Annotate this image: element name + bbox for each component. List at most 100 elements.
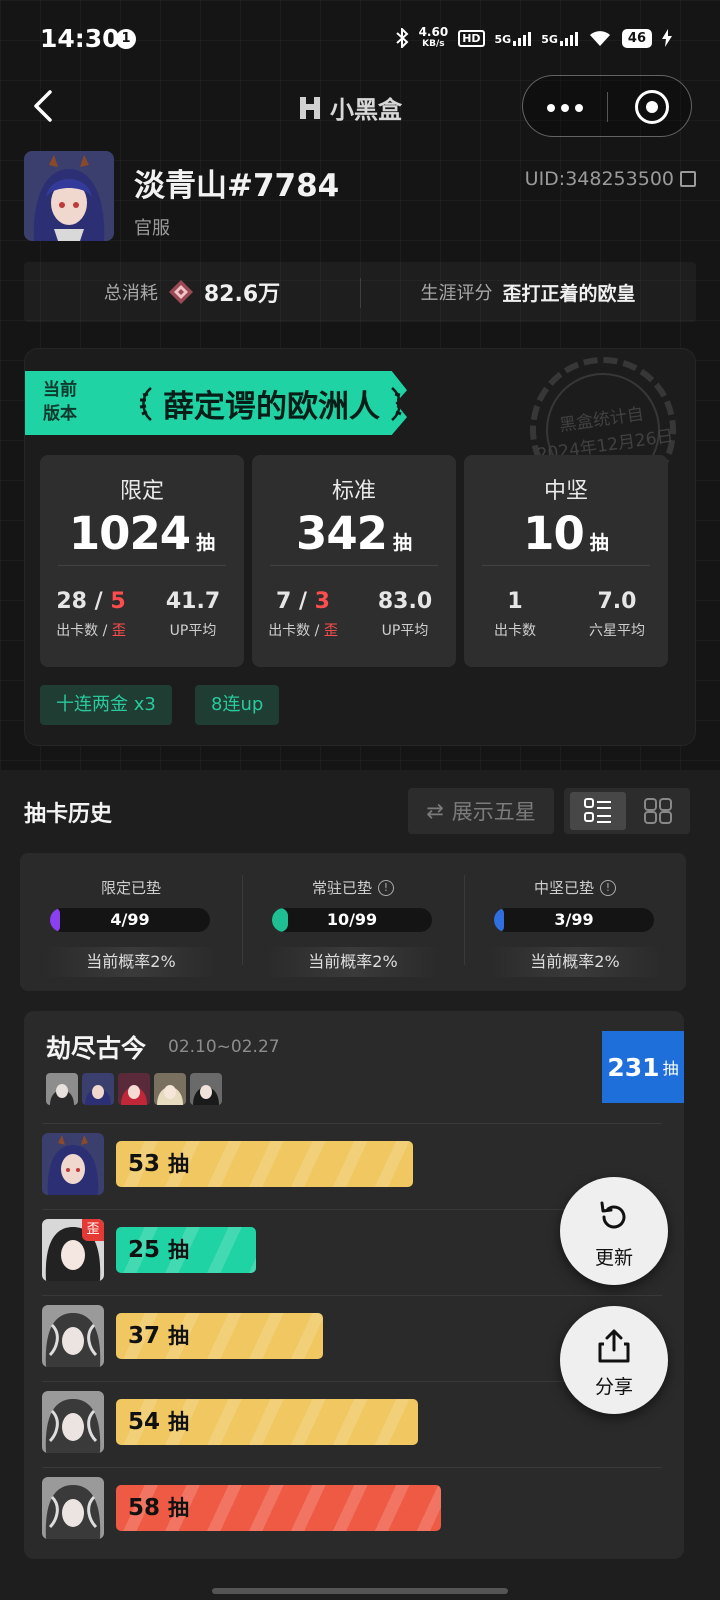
off-rate-label: 歪 bbox=[323, 623, 338, 639]
pity-progress-bar: 3/99 bbox=[494, 908, 654, 932]
server-label: 官服 bbox=[134, 218, 170, 239]
uid-text: UID:348253500 bbox=[524, 168, 674, 190]
pool-card-limited[interactable]: 限定 1024 抽 28 / 5 出卡数 / 歪 41.7 UP平均 bbox=[40, 455, 244, 667]
pity-rate: 当前概率2% bbox=[44, 947, 218, 977]
banner-total-value: 231 bbox=[607, 1052, 660, 1082]
share-button[interactable]: 分享 bbox=[560, 1306, 668, 1414]
net-label-1: 5G bbox=[494, 33, 512, 46]
mini-program-capsule bbox=[522, 75, 692, 137]
average-value: 7.0 bbox=[597, 589, 637, 614]
copy-icon[interactable] bbox=[680, 171, 696, 187]
cards-label: 出卡数 / bbox=[268, 623, 324, 639]
version-ribbon: 当前 版本 薛定谔的欧洲人 bbox=[25, 371, 407, 435]
pity-standard: 常驻已垫! 10/99 当前概率2% bbox=[242, 853, 464, 991]
pity-progress-bar: 4/99 bbox=[50, 908, 210, 932]
close-miniprogram-icon[interactable] bbox=[635, 90, 669, 124]
banner-total-unit: 抽 bbox=[662, 1059, 679, 1078]
home-indicator[interactable] bbox=[212, 1588, 508, 1594]
operator-avatar bbox=[42, 1305, 104, 1367]
cards-label: 出卡数 / bbox=[56, 623, 112, 639]
user-avatar bbox=[24, 151, 114, 241]
pool-count: 1024 抽 bbox=[40, 507, 244, 560]
off-rate-count: 3 bbox=[314, 589, 330, 614]
pool-count-value: 342 bbox=[296, 507, 388, 560]
signal-bars-icon bbox=[559, 30, 578, 46]
pity-label: 常驻已垫 bbox=[311, 879, 372, 897]
off-rate-badge: 歪 bbox=[82, 1219, 104, 1241]
version-title-text: 薛定谔的欧洲人 bbox=[163, 389, 380, 425]
banner-dates: 02.10~02.27 bbox=[168, 1037, 280, 1057]
total-spend-label: 总消耗 bbox=[103, 283, 158, 304]
cards-count: 7 bbox=[276, 589, 292, 614]
achievement-tag: 十连两金 x3 bbox=[40, 685, 172, 725]
pull-row[interactable]: 53 抽 bbox=[42, 1133, 662, 1199]
view-mode-toggle bbox=[564, 788, 690, 834]
list-view-icon[interactable] bbox=[584, 798, 612, 824]
operator-avatar: 歪 bbox=[42, 1219, 104, 1281]
ribbon-tag-line-1: 当前 bbox=[43, 380, 77, 400]
more-options-icon[interactable] bbox=[547, 104, 583, 112]
avatar-portrait-icon bbox=[24, 151, 114, 241]
pull-count: 37 bbox=[128, 1323, 161, 1349]
pity-value: 10/99 bbox=[326, 910, 378, 929]
metric-sep: / bbox=[86, 589, 111, 614]
info-icon[interactable]: ! bbox=[378, 879, 394, 896]
pool-name: 限定 bbox=[119, 479, 164, 504]
heybox-logo-icon bbox=[300, 96, 320, 119]
pool-card-standard[interactable]: 标准 342 抽 7 / 3 出卡数 / 歪 83.0 UP平均 bbox=[252, 455, 456, 667]
refresh-icon bbox=[600, 1201, 626, 1229]
pull-unit: 抽 bbox=[168, 1238, 190, 1262]
refresh-label: 更新 bbox=[594, 1247, 633, 1269]
bluetooth-icon bbox=[395, 28, 409, 48]
signal-5g-1: 5G bbox=[495, 30, 532, 46]
ribbon-tag-line-2: 版本 bbox=[43, 404, 77, 424]
show-five-star-button[interactable]: ⇄ 展示五星 bbox=[408, 788, 554, 834]
charging-icon bbox=[662, 29, 672, 47]
off-rate-count: 5 bbox=[110, 589, 126, 614]
back-arrow-icon[interactable] bbox=[26, 86, 66, 126]
orundum-icon bbox=[168, 280, 193, 304]
show-five-star-label: 展示五星 bbox=[451, 800, 536, 824]
pull-count-bar: 58 抽 bbox=[116, 1485, 441, 1531]
operator-mini-avatar bbox=[118, 1073, 150, 1105]
pull-unit: 抽 bbox=[168, 1324, 190, 1348]
info-icon[interactable]: ! bbox=[600, 879, 616, 896]
pull-row[interactable]: 54 抽 bbox=[42, 1391, 662, 1457]
operator-mini-avatar bbox=[190, 1073, 222, 1105]
refresh-button[interactable]: 更新 bbox=[560, 1177, 668, 1285]
network-speed: 4.60 KB/s bbox=[419, 26, 449, 50]
ribbon-tag: 当前 版本 bbox=[43, 378, 77, 426]
history-title: 抽卡历史 bbox=[24, 802, 113, 827]
pull-row[interactable]: 58 抽 bbox=[42, 1477, 662, 1543]
net-label-2: 5G bbox=[541, 33, 558, 46]
grid-view-icon[interactable] bbox=[644, 798, 672, 824]
pity-core: 中坚已垫! 3/99 当前概率2% bbox=[464, 853, 686, 991]
uid-copy[interactable]: UID:348253500 bbox=[525, 168, 696, 190]
banner-history-card: 劫尽古今 02.10~02.27 231 抽 53 抽 歪 25 抽 37 抽 54 抽… bbox=[24, 1011, 684, 1559]
operator-mini-avatar bbox=[46, 1073, 78, 1105]
app-title: 小黑盒 bbox=[330, 96, 402, 124]
pool-metric-average: 83.0 UP平均 bbox=[354, 589, 456, 640]
share-label: 分享 bbox=[594, 1376, 633, 1398]
average-label: UP平均 bbox=[169, 623, 217, 639]
pool-count-value: 10 bbox=[523, 507, 585, 560]
pool-metric-average: 41.7 UP平均 bbox=[142, 589, 244, 640]
pull-count-bar: 25 抽 bbox=[116, 1227, 256, 1273]
pool-count-unit: 抽 bbox=[392, 532, 412, 554]
pool-card-core[interactable]: 中坚 10 抽 1 出卡数 7.0 六星平均 bbox=[464, 455, 668, 667]
pity-limited: 限定已垫 4/99 当前概率2% bbox=[20, 853, 242, 991]
pool-count-value: 1024 bbox=[68, 507, 191, 560]
pull-unit: 抽 bbox=[168, 1152, 190, 1176]
pity-rate: 当前概率2% bbox=[488, 947, 662, 977]
operator-mini-avatar bbox=[82, 1073, 114, 1105]
achievement-tag: 8连up bbox=[195, 685, 280, 725]
version-title: 薛定谔的欧洲人 bbox=[137, 381, 406, 426]
pool-count: 342 抽 bbox=[252, 507, 456, 560]
pull-count-bar: 53 抽 bbox=[116, 1141, 413, 1187]
speed-unit: KB/s bbox=[422, 39, 445, 49]
banner-operators bbox=[46, 1073, 222, 1105]
average-label: 六星平均 bbox=[589, 623, 645, 639]
swap-icon: ⇄ bbox=[426, 799, 444, 823]
signal-bars-icon bbox=[513, 30, 532, 46]
status-time: 14:30 bbox=[40, 24, 120, 53]
